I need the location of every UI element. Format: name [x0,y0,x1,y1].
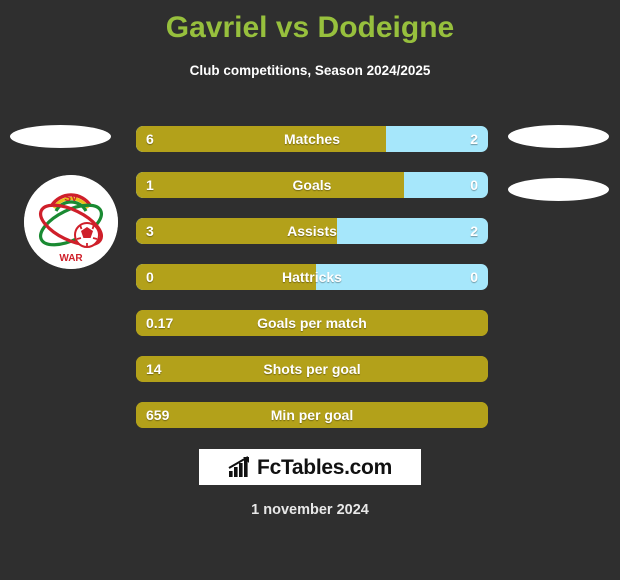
page-subtitle: Club competitions, Season 2024/2025 [189,63,431,78]
sv-wars-club-badge-icon: SV WAR [24,175,118,269]
left-player-photo-placeholder [10,125,111,148]
badge-top-text: SV [64,193,78,204]
away-value: 0 [470,177,478,193]
fctables-logo[interactable]: FcTables.com [199,449,421,485]
right-player-photo-placeholder [508,125,609,148]
home-value: 6 [146,131,154,147]
home-value: 3 [146,223,154,239]
away-value: 0 [470,269,478,285]
stat-row: 6 Matches 2 [136,126,488,152]
away-value: 2 [470,131,478,147]
stat-row: 659 Min per goal [136,402,488,428]
home-value: 14 [146,361,162,377]
home-value: 0.17 [146,315,174,331]
stat-label: Assists [287,223,337,239]
fctables-logo-text: FcTables.com [257,455,392,479]
stat-row: 0.17 Goals per match [136,310,488,336]
bar-chart-icon [228,456,250,477]
report-date: 1 november 2024 [251,502,369,518]
stats-list: 6 Matches 2 1 Goals 0 3 Assists 2 0 Hattricks 0 0.17… [136,126,488,448]
stat-row: 1 Goals 0 [136,172,488,198]
home-value: 0 [146,269,154,285]
right-club-badge-placeholder [508,178,609,201]
home-value: 659 [146,407,170,423]
badge-bottom-text: WAR [59,253,83,264]
stat-row: 14 Shots per goal [136,356,488,382]
stat-row: 0 Hattricks 0 [136,264,488,290]
stat-label: Matches [283,131,341,147]
stat-label: Hattricks [282,269,342,285]
stat-label: Goals per match [257,315,367,331]
stat-label: Min per goal [270,407,354,423]
stat-comparison-page: Gavriel vs Dodeigne Club competitions, S… [0,0,620,580]
away-value: 2 [470,223,478,239]
stat-label: Shots per goal [263,361,361,377]
stat-label: Goals [292,177,332,193]
header: Gavriel vs Dodeigne Club competitions, S… [0,10,620,79]
home-value: 1 [146,177,154,193]
page-title: Gavriel vs Dodeigne [165,11,455,44]
left-club-badge: SV WAR [24,175,118,269]
stat-row: 3 Assists 2 [136,218,488,244]
